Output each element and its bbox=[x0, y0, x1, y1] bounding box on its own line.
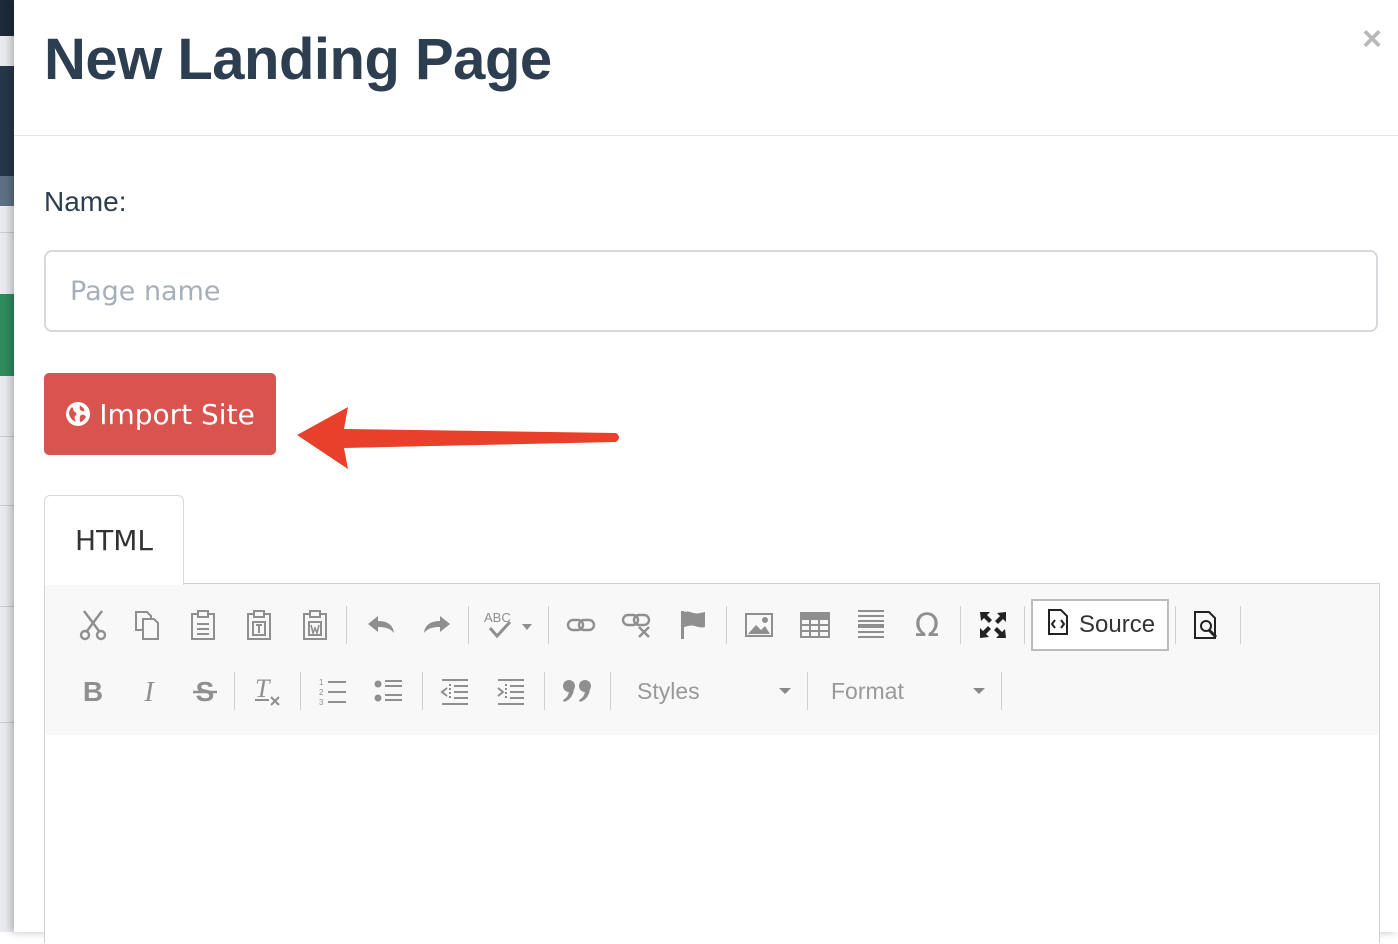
background-banner-dark bbox=[0, 66, 14, 176]
svg-text:T: T bbox=[255, 675, 271, 703]
link-icon[interactable] bbox=[561, 604, 601, 646]
svg-text:B: B bbox=[83, 676, 103, 706]
toolbar-separator bbox=[234, 672, 235, 710]
background-divider bbox=[0, 436, 14, 437]
rich-text-editor: ABC Ω Source B I S T 1 2 3 Styles Format bbox=[44, 583, 1380, 944]
blockquote-icon[interactable] bbox=[557, 670, 597, 712]
paste-icon[interactable] bbox=[183, 604, 223, 646]
copy-icon[interactable] bbox=[127, 604, 167, 646]
unlink-icon[interactable] bbox=[617, 604, 657, 646]
source-icon bbox=[1047, 608, 1069, 643]
image-icon[interactable] bbox=[739, 604, 779, 646]
toolbar-separator bbox=[726, 606, 727, 644]
background-page-edge bbox=[0, 0, 14, 932]
bulleted-list-icon[interactable] bbox=[369, 670, 409, 712]
redo-icon[interactable] bbox=[417, 604, 457, 646]
background-divider bbox=[0, 505, 14, 506]
tab-html[interactable]: HTML bbox=[44, 495, 184, 585]
page-name-input[interactable] bbox=[44, 250, 1378, 332]
background-divider bbox=[0, 232, 14, 233]
styles-label: Styles bbox=[637, 677, 700, 704]
bold-icon[interactable]: B bbox=[73, 670, 113, 712]
name-label: Name: bbox=[44, 186, 127, 217]
import-site-label: Import Site bbox=[99, 397, 255, 431]
new-landing-page-modal: New Landing Page × Name: Import Site HTM… bbox=[14, 0, 1398, 944]
modal-header: New Landing Page × bbox=[14, 0, 1398, 136]
spellcheck-icon[interactable]: ABC bbox=[481, 604, 537, 646]
svg-text:Ω: Ω bbox=[915, 609, 939, 641]
format-label: Format bbox=[831, 677, 904, 704]
source-label: Source bbox=[1079, 611, 1156, 638]
cut-icon[interactable] bbox=[73, 604, 113, 646]
strikethrough-icon[interactable]: S bbox=[185, 670, 225, 712]
chevron-down-icon bbox=[779, 688, 791, 694]
toolbar-separator bbox=[960, 606, 961, 644]
globe-icon bbox=[65, 401, 91, 427]
toolbar-separator bbox=[300, 672, 301, 710]
source-button[interactable]: Source bbox=[1031, 599, 1169, 651]
toolbar-separator bbox=[548, 606, 549, 644]
italic-icon[interactable]: I bbox=[129, 670, 169, 712]
editor-content-area[interactable] bbox=[45, 735, 1379, 944]
toolbar-separator bbox=[346, 606, 347, 644]
numbered-list-icon[interactable]: 123 bbox=[313, 670, 353, 712]
styles-dropdown[interactable]: Styles bbox=[637, 671, 791, 711]
format-dropdown[interactable]: Format bbox=[831, 671, 985, 711]
toolbar-separator bbox=[1001, 672, 1002, 710]
background-green-block bbox=[0, 294, 14, 376]
close-icon[interactable]: × bbox=[1362, 22, 1382, 56]
toolbar-separator bbox=[1175, 606, 1176, 644]
toolbar-separator bbox=[610, 672, 611, 710]
remove-format-icon[interactable]: T bbox=[247, 670, 287, 712]
toolbar-separator bbox=[1240, 606, 1241, 644]
anchor-icon[interactable] bbox=[673, 604, 713, 646]
editor-toolbar: ABC Ω Source B I S T 1 2 3 Styles Format bbox=[45, 584, 1379, 736]
svg-text:3: 3 bbox=[319, 698, 324, 706]
toolbar-separator bbox=[1024, 606, 1025, 644]
modal-title: New Landing Page bbox=[44, 27, 552, 92]
chevron-down-icon bbox=[973, 688, 985, 694]
maximize-icon[interactable] bbox=[973, 604, 1013, 646]
indent-icon[interactable] bbox=[491, 670, 531, 712]
toolbar-separator bbox=[468, 606, 469, 644]
outdent-icon[interactable] bbox=[435, 670, 475, 712]
background-divider bbox=[0, 722, 14, 723]
toolbar-separator bbox=[422, 672, 423, 710]
toolbar-separator bbox=[544, 672, 545, 710]
preview-icon[interactable] bbox=[1187, 604, 1227, 646]
special-char-icon[interactable]: Ω bbox=[907, 604, 947, 646]
svg-text:ABC: ABC bbox=[484, 610, 511, 625]
background-topbar bbox=[0, 0, 14, 36]
svg-text:1: 1 bbox=[319, 678, 324, 687]
paste-word-icon[interactable] bbox=[295, 604, 335, 646]
table-icon[interactable] bbox=[795, 604, 835, 646]
undo-icon[interactable] bbox=[361, 604, 401, 646]
left-arrow-annotation bbox=[297, 407, 619, 469]
svg-text:I: I bbox=[143, 677, 155, 706]
import-site-button[interactable]: Import Site bbox=[44, 373, 276, 455]
horizontal-rule-icon[interactable] bbox=[851, 604, 891, 646]
background-divider bbox=[0, 606, 14, 607]
toolbar-separator bbox=[807, 672, 808, 710]
svg-text:2: 2 bbox=[319, 688, 324, 697]
paste-text-icon[interactable] bbox=[239, 604, 279, 646]
